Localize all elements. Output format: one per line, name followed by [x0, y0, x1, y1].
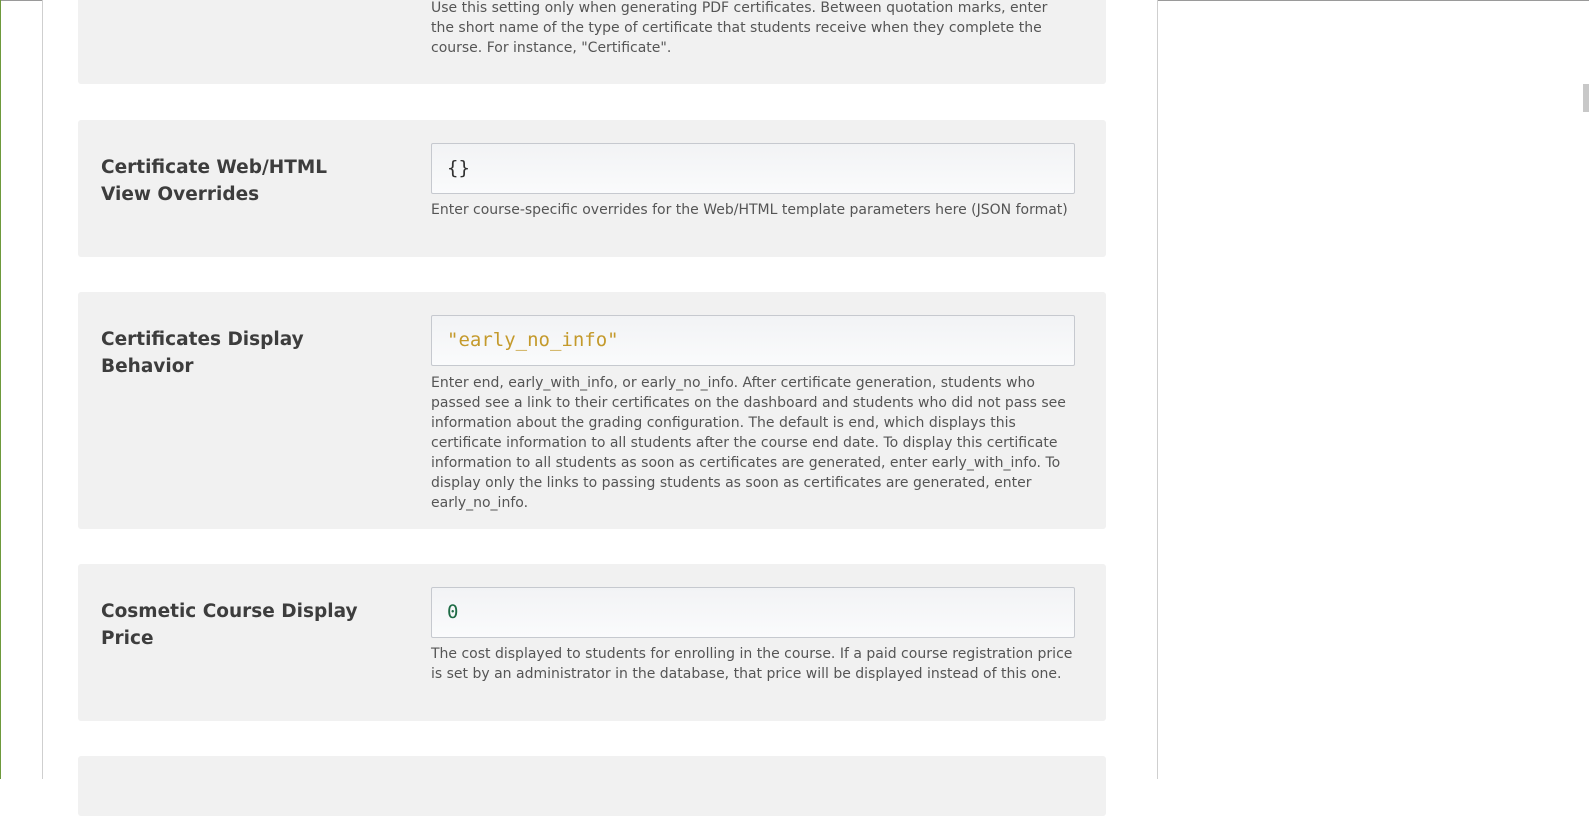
setting-help-text: Enter end, early_with_info, or early_no_… [431, 375, 1066, 511]
cosmetic-display-price-field[interactable]: 0 [431, 587, 1075, 638]
setting-next-card [78, 756, 1106, 816]
setting-label: Certificate Web/HTML View Overrides [101, 157, 328, 205]
window-left-border [0, 0, 1, 779]
certificates-display-behavior-field[interactable]: "early_no_info" [431, 315, 1075, 366]
settings-list: Use this setting only when generating PD… [42, 0, 1158, 816]
web-html-overrides-field[interactable]: {} [431, 143, 1075, 194]
setting-label: Certificates Display Behavior [101, 329, 304, 377]
setting-web-html-overrides-card: Certificate Web/HTML View Overrides {} E… [78, 120, 1106, 257]
setting-help-text: Use this setting only when generating PD… [431, 0, 1048, 56]
setting-label: Cosmetic Course Display Price [101, 601, 358, 649]
setting-certificates-display-behavior-card: Certificates Display Behavior "early_no_… [78, 292, 1106, 529]
setting-certificate-name-card: Use this setting only when generating PD… [78, 0, 1106, 84]
setting-help-text: The cost displayed to students for enrol… [431, 646, 1073, 682]
scrollbar-thumb[interactable] [1583, 84, 1589, 112]
setting-help-text: Enter course-specific overrides for the … [431, 202, 1068, 218]
setting-cosmetic-display-price-card: Cosmetic Course Display Price 0 The cost… [78, 564, 1106, 721]
